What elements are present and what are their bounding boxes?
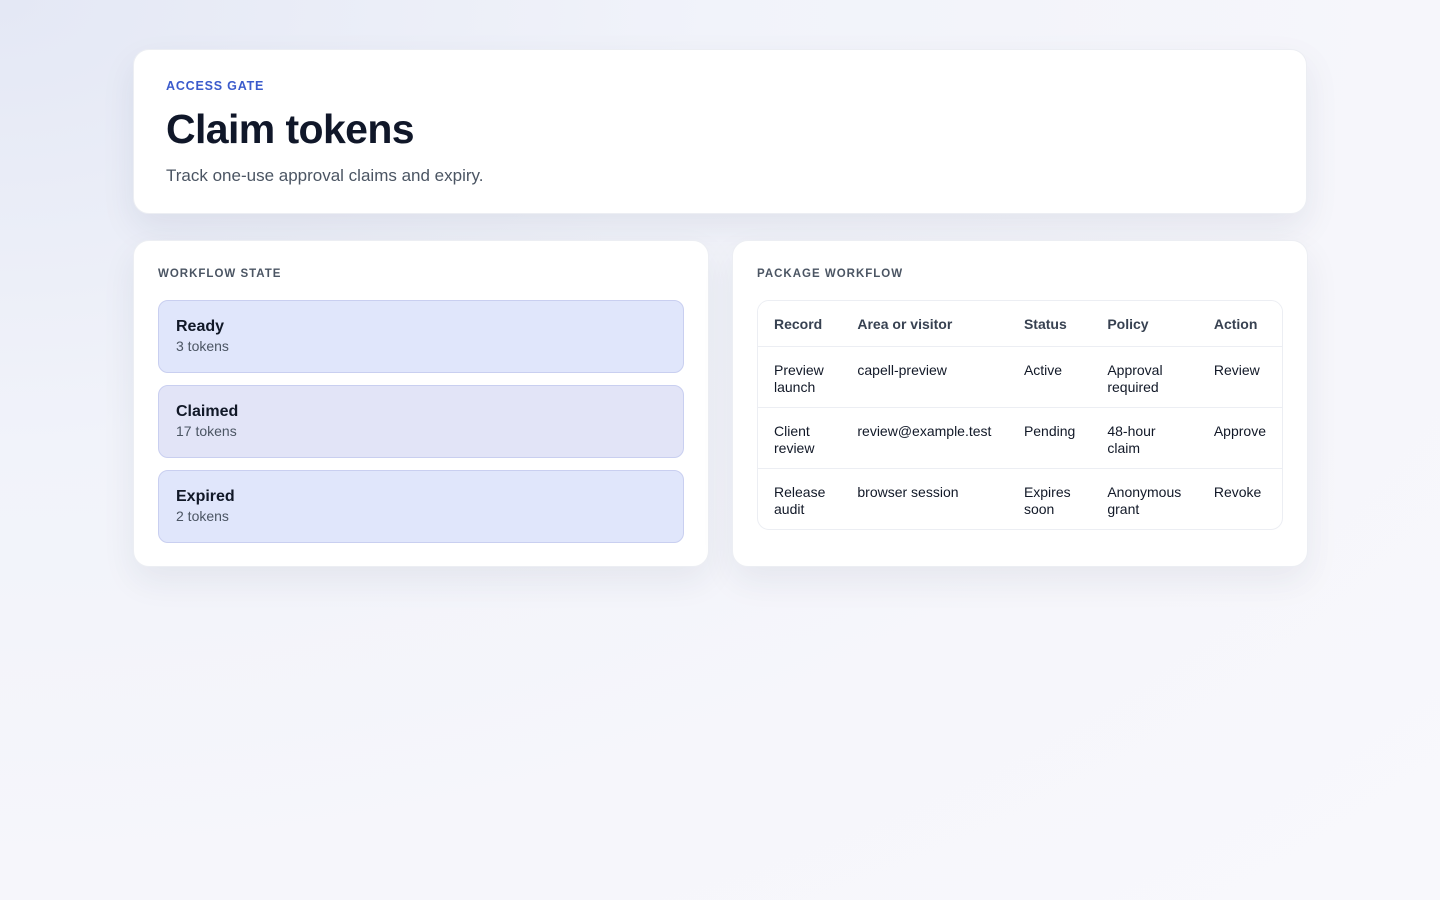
cell-policy: 48-hour claim [1091,407,1198,469]
state-name: Expired [176,488,235,505]
column-header-area: Area or visitor [841,301,1008,347]
state-count: 17 tokens [176,423,237,439]
cell-policy: Anonymous grant [1107,484,1182,517]
state-count: 2 tokens [176,508,229,524]
workflow-state-title: WORKFLOW STATE [158,268,282,280]
package-workflow-panel: PACKAGE WORKFLOW Record Area or visitor … [732,240,1308,567]
workflow-state-panel: WORKFLOW STATE Ready 3 tokens Claimed 17… [133,240,709,567]
cell-status: Active [1007,346,1092,408]
cell-action-review[interactable]: Review [1197,346,1282,408]
cell-record: Release audit [774,484,826,517]
package-workflow-table: Record Area or visitor Status Policy Act… [758,301,1282,529]
package-workflow-table-wrapper: Record Area or visitor Status Policy Act… [757,300,1283,530]
state-card-ready[interactable]: Ready 3 tokens [158,300,684,373]
column-header-action: Action [1197,301,1282,347]
workflow-state-list: Ready 3 tokens Claimed 17 tokens Expired… [158,300,684,543]
package-workflow-title: PACKAGE WORKFLOW [757,268,904,280]
cell-area: review@example.test [841,407,1008,469]
cell-status: Expires soon [1023,484,1071,517]
table-row: Client review review@example.test Pendin… [758,407,1282,469]
cell-action-approve[interactable]: Approve [1197,407,1282,469]
cell-record: Preview launch [758,346,842,408]
table-row: Release audit browser session Expires so… [758,469,1282,530]
column-header-record: Record [758,301,842,347]
state-name: Ready [176,318,225,335]
page-header-card: ACCESS GATE Claim tokens Track one-use a… [133,49,1307,214]
page-title: Claim tokens [166,106,415,152]
column-header-policy: Policy [1091,301,1198,347]
page-subtitle: Track one-use approval claims and expiry… [166,166,484,185]
state-name: Claimed [176,403,239,420]
table-row: Preview launch capell-preview Active App… [758,346,1282,408]
cell-area: browser session [857,484,959,500]
page-eyebrow: ACCESS GATE [166,79,265,93]
cell-action-revoke[interactable]: Revoke [1198,469,1282,530]
state-card-expired[interactable]: Expired 2 tokens [158,470,684,543]
state-count: 3 tokens [176,338,229,354]
cell-policy: Approval required [1091,346,1198,408]
state-card-claimed[interactable]: Claimed 17 tokens [158,385,684,458]
cell-record: Client review [758,407,842,469]
table-header-row: Record Area or visitor Status Policy Act… [758,301,1282,347]
cell-status: Pending [1007,407,1092,469]
column-header-status: Status [1007,301,1092,347]
cell-area: capell-preview [841,346,1008,408]
